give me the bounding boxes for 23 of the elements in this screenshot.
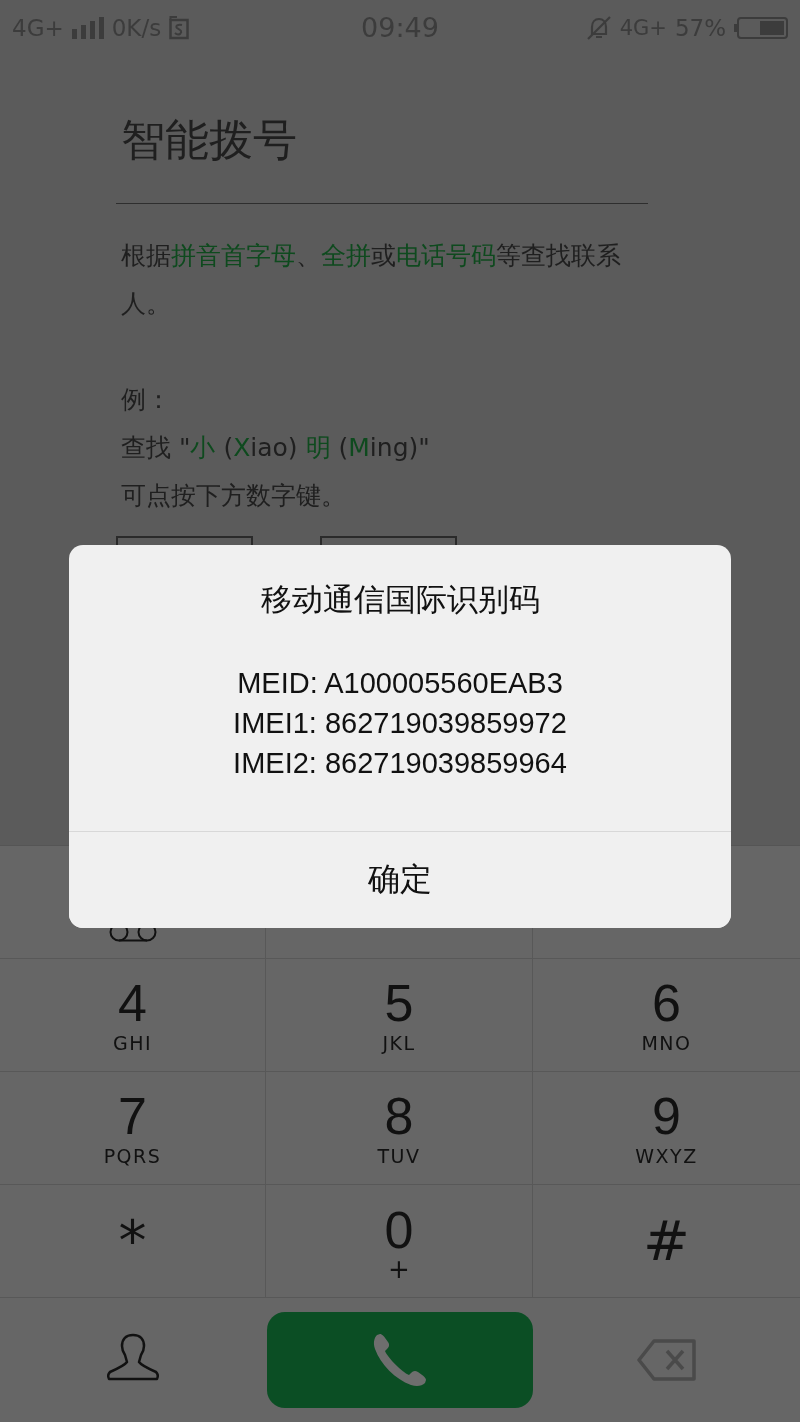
- identifier-text: MEID: A100005560EAB3: [237, 666, 563, 701]
- intro-text: 根据拼音首字母、全拼或电话号码等查找联系人。: [120, 240, 622, 320]
- hint-text: 可点按下方数字键。: [120, 480, 347, 512]
- dial-key[interactable]: 8 TUV: [266, 1072, 533, 1185]
- dial-key[interactable]: 6 MNO: [533, 959, 800, 1072]
- dial-key[interactable]: 5 JKL: [266, 959, 533, 1072]
- dial-key[interactable]: 4 GHI: [0, 959, 266, 1072]
- confirm-button[interactable]: 确定: [69, 831, 731, 928]
- dialog-title: 移动通信国际识别码: [259, 580, 541, 619]
- call-button[interactable]: [267, 1312, 533, 1408]
- phone-icon: [373, 1333, 427, 1387]
- app-notification-icon: [169, 15, 190, 40]
- dial-key[interactable]: 9 WXYZ: [533, 1072, 800, 1185]
- bell-off-icon: [585, 14, 612, 41]
- page-title: 智能拨号: [120, 113, 297, 167]
- dial-key[interactable]: 7 PQRS: [0, 1072, 266, 1185]
- battery-icon: [734, 16, 788, 39]
- example-label: 例：: [120, 384, 172, 416]
- identifier-text: IMEI1: 862719039859972: [233, 706, 567, 741]
- example-text: 查找 "小 (Xiao) 明 (Ming)": [120, 432, 431, 464]
- signal-icon: [71, 16, 104, 39]
- backspace-icon[interactable]: [636, 1339, 697, 1381]
- identifier-text: IMEI2: 862719039859964: [233, 746, 567, 781]
